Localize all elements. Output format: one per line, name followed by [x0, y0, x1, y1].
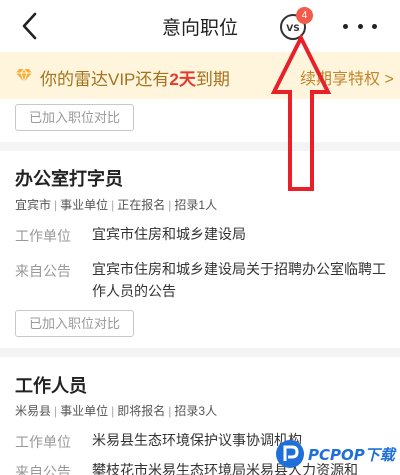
- job-status: 即将报名: [117, 404, 166, 418]
- more-options-button[interactable]: [343, 24, 377, 32]
- source-announcement-link[interactable]: 攀枝花市米易生态环境局米易县人力资源和: [92, 459, 388, 475]
- job-location: 米易县: [15, 404, 52, 418]
- chevron-right-icon: >: [384, 71, 394, 88]
- job-quota: 招录3人: [174, 404, 218, 418]
- employer-value: 宜宾市住房和城乡建设局: [92, 226, 246, 242]
- section-divider: [0, 348, 400, 357]
- job-type: 事业单位: [60, 404, 109, 418]
- back-button[interactable]: [18, 10, 48, 42]
- job-location: 宜宾市: [15, 198, 52, 212]
- job-quota: 招录1人: [174, 198, 218, 212]
- source-label: 来自公告: [15, 263, 71, 279]
- vip-message-suffix: 到期: [195, 70, 230, 89]
- job-meta: 米易县 | 事业单位 | 即将报名 | 招录3人: [15, 404, 218, 418]
- source-label: 来自公告: [15, 464, 71, 475]
- job-title[interactable]: 工作人员: [15, 372, 87, 398]
- navigation-bar: 意向职位 VS 4: [0, 0, 400, 52]
- vip-days-remaining: 2天: [169, 70, 196, 89]
- job-status: 正在报名: [117, 198, 166, 212]
- employer-value: 米易县生态环境保护议事协调机构: [92, 432, 302, 448]
- added-to-compare-button[interactable]: 已加入职位对比: [15, 310, 134, 337]
- employer-label: 工作单位: [15, 228, 71, 244]
- vs-icon: VS: [286, 24, 300, 34]
- renew-link[interactable]: 续期享特权 >: [300, 65, 394, 89]
- page-title: 意向职位: [161, 17, 238, 39]
- compare-count-badge: 4: [296, 7, 313, 24]
- source-announcement-link[interactable]: 宜宾市住房和城乡建设局关于招聘办公室临聘工作人员的公告: [92, 258, 388, 302]
- added-to-compare-button[interactable]: 已加入职位对比: [15, 104, 134, 131]
- vip-message-prefix: 你的雷达VIP还有: [40, 70, 170, 89]
- vip-expiry-banner[interactable]: 你的雷达VIP还有2天到期 续期享特权 >: [0, 52, 400, 99]
- job-type: 事业单位: [60, 198, 109, 212]
- diamond-icon: [16, 68, 32, 83]
- more-dots-icon: [357, 24, 363, 29]
- renew-link-label: 续期享特权: [300, 71, 381, 88]
- more-dots-icon: [343, 24, 348, 29]
- job-title[interactable]: 办公室打字员: [15, 165, 123, 191]
- job-meta: 宜宾市 | 事业单位 | 正在报名 | 招录1人: [15, 198, 218, 212]
- employer-label: 工作单位: [15, 434, 71, 450]
- chevron-left-icon: [22, 12, 37, 40]
- vip-message: 你的雷达VIP还有2天到期: [40, 65, 230, 90]
- more-dots-icon: [372, 24, 377, 29]
- section-divider: [0, 142, 400, 151]
- job-compare-button[interactable]: VS 4: [280, 7, 313, 40]
